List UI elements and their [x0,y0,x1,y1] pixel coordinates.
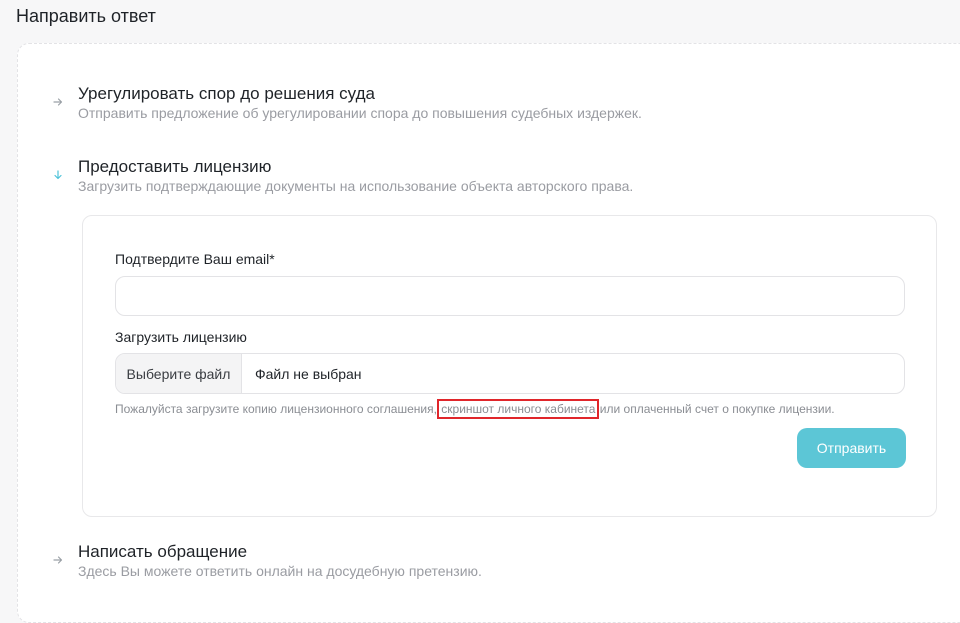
option-title: Написать обращение [78,542,248,561]
option-write-appeal[interactable]: Написать обращение Здесь Вы можете ответ… [52,542,932,584]
option-settle-dispute[interactable]: Урегулировать спор до решения суда Отпра… [52,84,932,126]
option-description: Загрузить подтверждающие документы на ис… [78,178,634,194]
email-label: Подтвердите Ваш email* [115,251,275,267]
upload-hint: Пожалуйста загрузите копию лицензионного… [115,399,835,419]
file-status: Файл не выбран [255,365,362,382]
hint-highlight: скриншот личного кабинета [437,399,600,419]
option-title: Урегулировать спор до решения суда [78,84,375,103]
file-upload-input[interactable]: Выберите файл Файл не выбран [115,353,905,394]
upload-label: Загрузить лицензию [115,329,247,345]
option-provide-license[interactable]: Предоставить лицензию Загрузить подтверж… [52,157,932,199]
chevron-down-icon [52,169,64,181]
page-title: Направить ответ [16,6,156,26]
hint-text: Пожалуйста загрузите копию лицензионного… [115,402,441,416]
submit-button[interactable]: Отправить [797,428,906,468]
option-description: Отправить предложение об урегулировании … [78,105,642,121]
license-form: Подтвердите Ваш email* Загрузить лицензи… [82,215,937,517]
email-field[interactable] [115,276,905,316]
option-title: Предоставить лицензию [78,157,272,176]
option-description: Здесь Вы можете ответить онлайн на досуд… [78,563,482,579]
chevron-right-icon [52,96,64,108]
hint-text-end: или оплаченный счет о покупке лицензии. [596,402,835,416]
choose-file-button[interactable]: Выберите файл [116,354,242,393]
chevron-right-icon [52,554,64,566]
